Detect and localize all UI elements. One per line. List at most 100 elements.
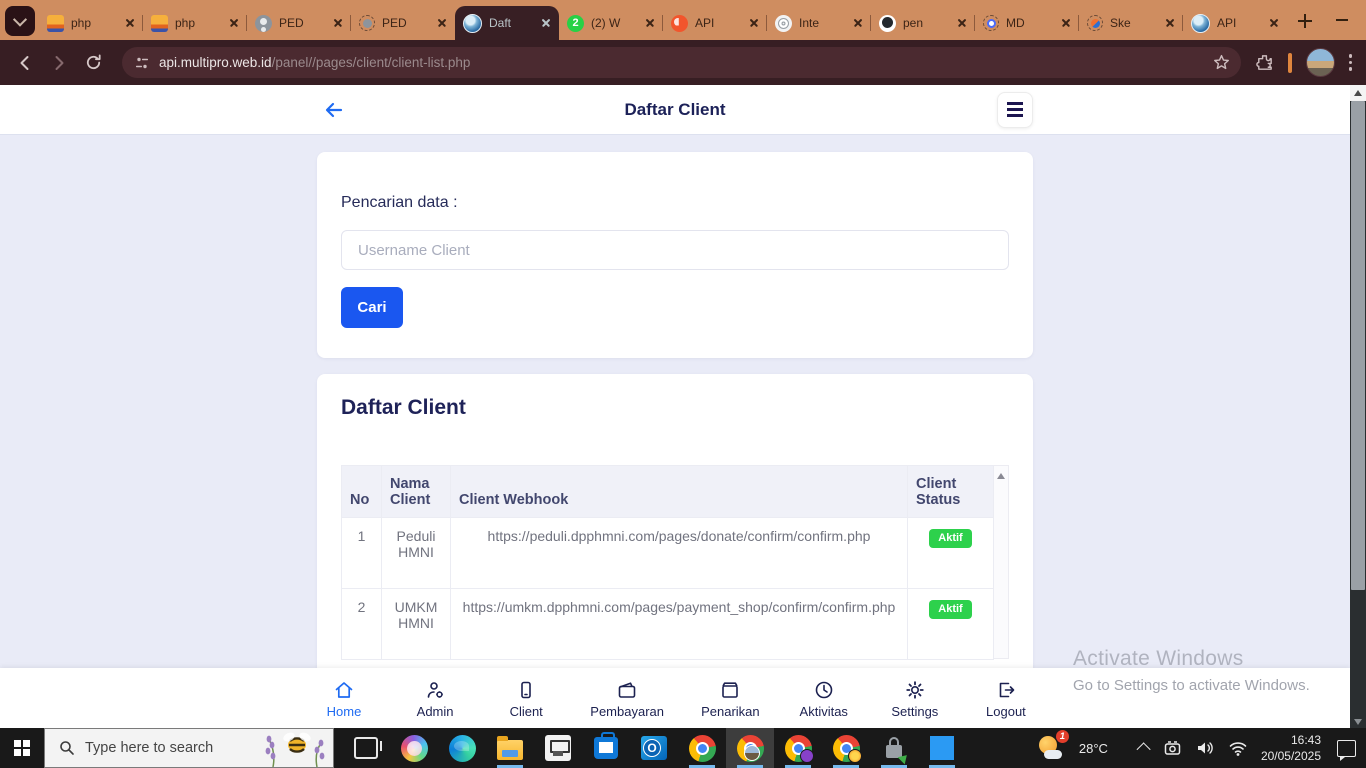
hidden-icons-chevron[interactable] xyxy=(1136,742,1151,757)
client-icon xyxy=(521,681,531,699)
copilot-button[interactable] xyxy=(390,728,438,768)
tab-daftar-client-active[interactable]: Daft xyxy=(455,6,559,40)
new-tab-button[interactable] xyxy=(1291,7,1319,35)
tab-ske[interactable]: Ske xyxy=(1078,6,1183,40)
chevron-down-icon xyxy=(12,12,28,27)
microsoft-store-button[interactable] xyxy=(582,728,630,768)
close-icon[interactable] xyxy=(1162,15,1178,31)
col-header-name: Nama Client xyxy=(381,465,451,518)
chrome-button[interactable] xyxy=(678,728,726,768)
search-button[interactable]: Cari xyxy=(341,287,403,328)
tab-inte[interactable]: Inte xyxy=(766,6,871,40)
nav-item-penarikan[interactable]: Penarikan xyxy=(701,679,760,719)
file-explorer-icon xyxy=(497,736,523,760)
nav-item-logout[interactable]: Logout xyxy=(979,679,1033,719)
close-icon[interactable] xyxy=(954,15,970,31)
search-input[interactable] xyxy=(341,230,1009,270)
screen-cast-icon[interactable] xyxy=(1163,739,1182,758)
client-list-card: Daftar Client No Nama Client Client Webh… xyxy=(317,374,1033,714)
tab-phpmyadmin-2[interactable]: php xyxy=(142,6,247,40)
close-icon[interactable] xyxy=(1266,15,1282,31)
tab-ped-1[interactable]: PED xyxy=(246,6,351,40)
tab-api-2[interactable]: API xyxy=(1182,6,1287,40)
back-button[interactable] xyxy=(8,46,42,80)
file-explorer-button[interactable] xyxy=(486,728,534,768)
action-center-icon[interactable] xyxy=(1337,739,1356,761)
close-icon[interactable] xyxy=(746,15,762,31)
outlook-icon xyxy=(641,736,667,760)
close-icon[interactable] xyxy=(538,15,554,31)
tab-label: PED xyxy=(382,16,407,30)
bookmark-star-icon[interactable] xyxy=(1212,53,1231,72)
tab-whatsapp[interactable]: 2 (2) W xyxy=(559,6,663,40)
start-button[interactable] xyxy=(0,728,44,768)
close-icon[interactable] xyxy=(122,15,138,31)
profile-photo-badge xyxy=(743,744,760,761)
tab-phpmyadmin-1[interactable]: php xyxy=(39,6,143,40)
phpmyadmin-icon xyxy=(151,14,168,32)
page-title: Daftar Client xyxy=(624,99,726,119)
printer-app-button[interactable] xyxy=(534,728,582,768)
close-icon[interactable] xyxy=(434,15,450,31)
tab-label: API xyxy=(695,16,715,30)
cell-webhook: https://umkm.dpphmni.com/pages/payment_s… xyxy=(450,588,908,660)
forward-button[interactable] xyxy=(42,46,76,80)
chrome-profile3-button[interactable] xyxy=(822,728,870,768)
close-icon[interactable] xyxy=(330,15,346,31)
hamburger-icon xyxy=(1007,102,1023,105)
nav-item-settings[interactable]: Settings xyxy=(888,679,942,719)
chrome-profile2-button[interactable] xyxy=(774,728,822,768)
tabs-strip: php php PED PED Daft 2 (2) W API Inte pen… xyxy=(39,0,1287,40)
nav-item-home[interactable]: Home xyxy=(317,679,371,719)
wifi-icon[interactable] xyxy=(1228,738,1248,758)
search-card: Pencarian data : Cari xyxy=(317,152,1033,358)
close-icon[interactable] xyxy=(850,15,866,31)
nav-item-pembayaran[interactable]: Pembayaran xyxy=(590,679,664,719)
globe-favicon xyxy=(463,13,482,33)
minimize-button[interactable] xyxy=(1319,0,1365,40)
scrollbar-down-arrow[interactable] xyxy=(1354,719,1362,725)
taskbar-search-box[interactable]: Type here to search xyxy=(44,728,334,768)
volume-icon[interactable] xyxy=(1195,738,1215,758)
nav-label: Aktivitas xyxy=(799,704,848,719)
tab-pen[interactable]: pen xyxy=(870,6,975,40)
vscode-button[interactable] xyxy=(918,728,966,768)
nav-item-admin[interactable]: Admin xyxy=(408,679,462,719)
search-label: Pencarian data : xyxy=(341,194,458,211)
nav-item-aktivitas[interactable]: Aktivitas xyxy=(797,679,851,719)
col-header-webhook: Client Webhook xyxy=(450,465,908,518)
chrome-active-button[interactable] xyxy=(726,728,774,768)
scrollbar-thumb[interactable] xyxy=(1351,101,1365,590)
clock-icon xyxy=(815,681,833,699)
nav-item-client[interactable]: Client xyxy=(499,679,553,719)
extensions-icon[interactable] xyxy=(1255,53,1274,72)
reload-button[interactable] xyxy=(76,46,110,80)
cell-no: 2 xyxy=(341,588,382,660)
browser-menu-icon[interactable] xyxy=(1348,54,1352,71)
page-header: Daftar Client xyxy=(0,85,1350,135)
tab-api-1[interactable]: API xyxy=(662,6,767,40)
table-scrollbar[interactable] xyxy=(994,465,1009,659)
task-view-button[interactable] xyxy=(342,728,390,768)
scrollbar-up-arrow[interactable] xyxy=(1350,85,1366,101)
close-icon[interactable] xyxy=(226,15,242,31)
address-bar[interactable]: api.multipro.web.id/panel//pages/client/… xyxy=(122,47,1241,78)
tab-list-chevron-button[interactable] xyxy=(5,6,35,36)
edge-button[interactable] xyxy=(438,728,486,768)
clock[interactable]: 16:43 20/05/2025 xyxy=(1261,732,1321,764)
page-scrollbar[interactable] xyxy=(1350,85,1366,728)
tab-ped-2[interactable]: PED xyxy=(350,6,455,40)
weather-icon[interactable]: 1 xyxy=(1038,730,1069,762)
page-back-button[interactable] xyxy=(317,93,351,127)
client-table: No Nama Client Client Webhook Client Sta… xyxy=(341,465,994,660)
outlook-button[interactable] xyxy=(630,728,678,768)
close-icon[interactable] xyxy=(1058,15,1074,31)
status-badge: Aktif xyxy=(929,600,972,619)
tab-md[interactable]: MD xyxy=(974,6,1079,40)
globe-favicon xyxy=(1191,13,1210,33)
remote-desktop-button[interactable] xyxy=(870,728,918,768)
vscode-icon xyxy=(930,736,954,760)
hamburger-menu-button[interactable] xyxy=(997,91,1033,128)
close-icon[interactable] xyxy=(642,15,658,31)
profile-avatar[interactable] xyxy=(1305,48,1335,77)
